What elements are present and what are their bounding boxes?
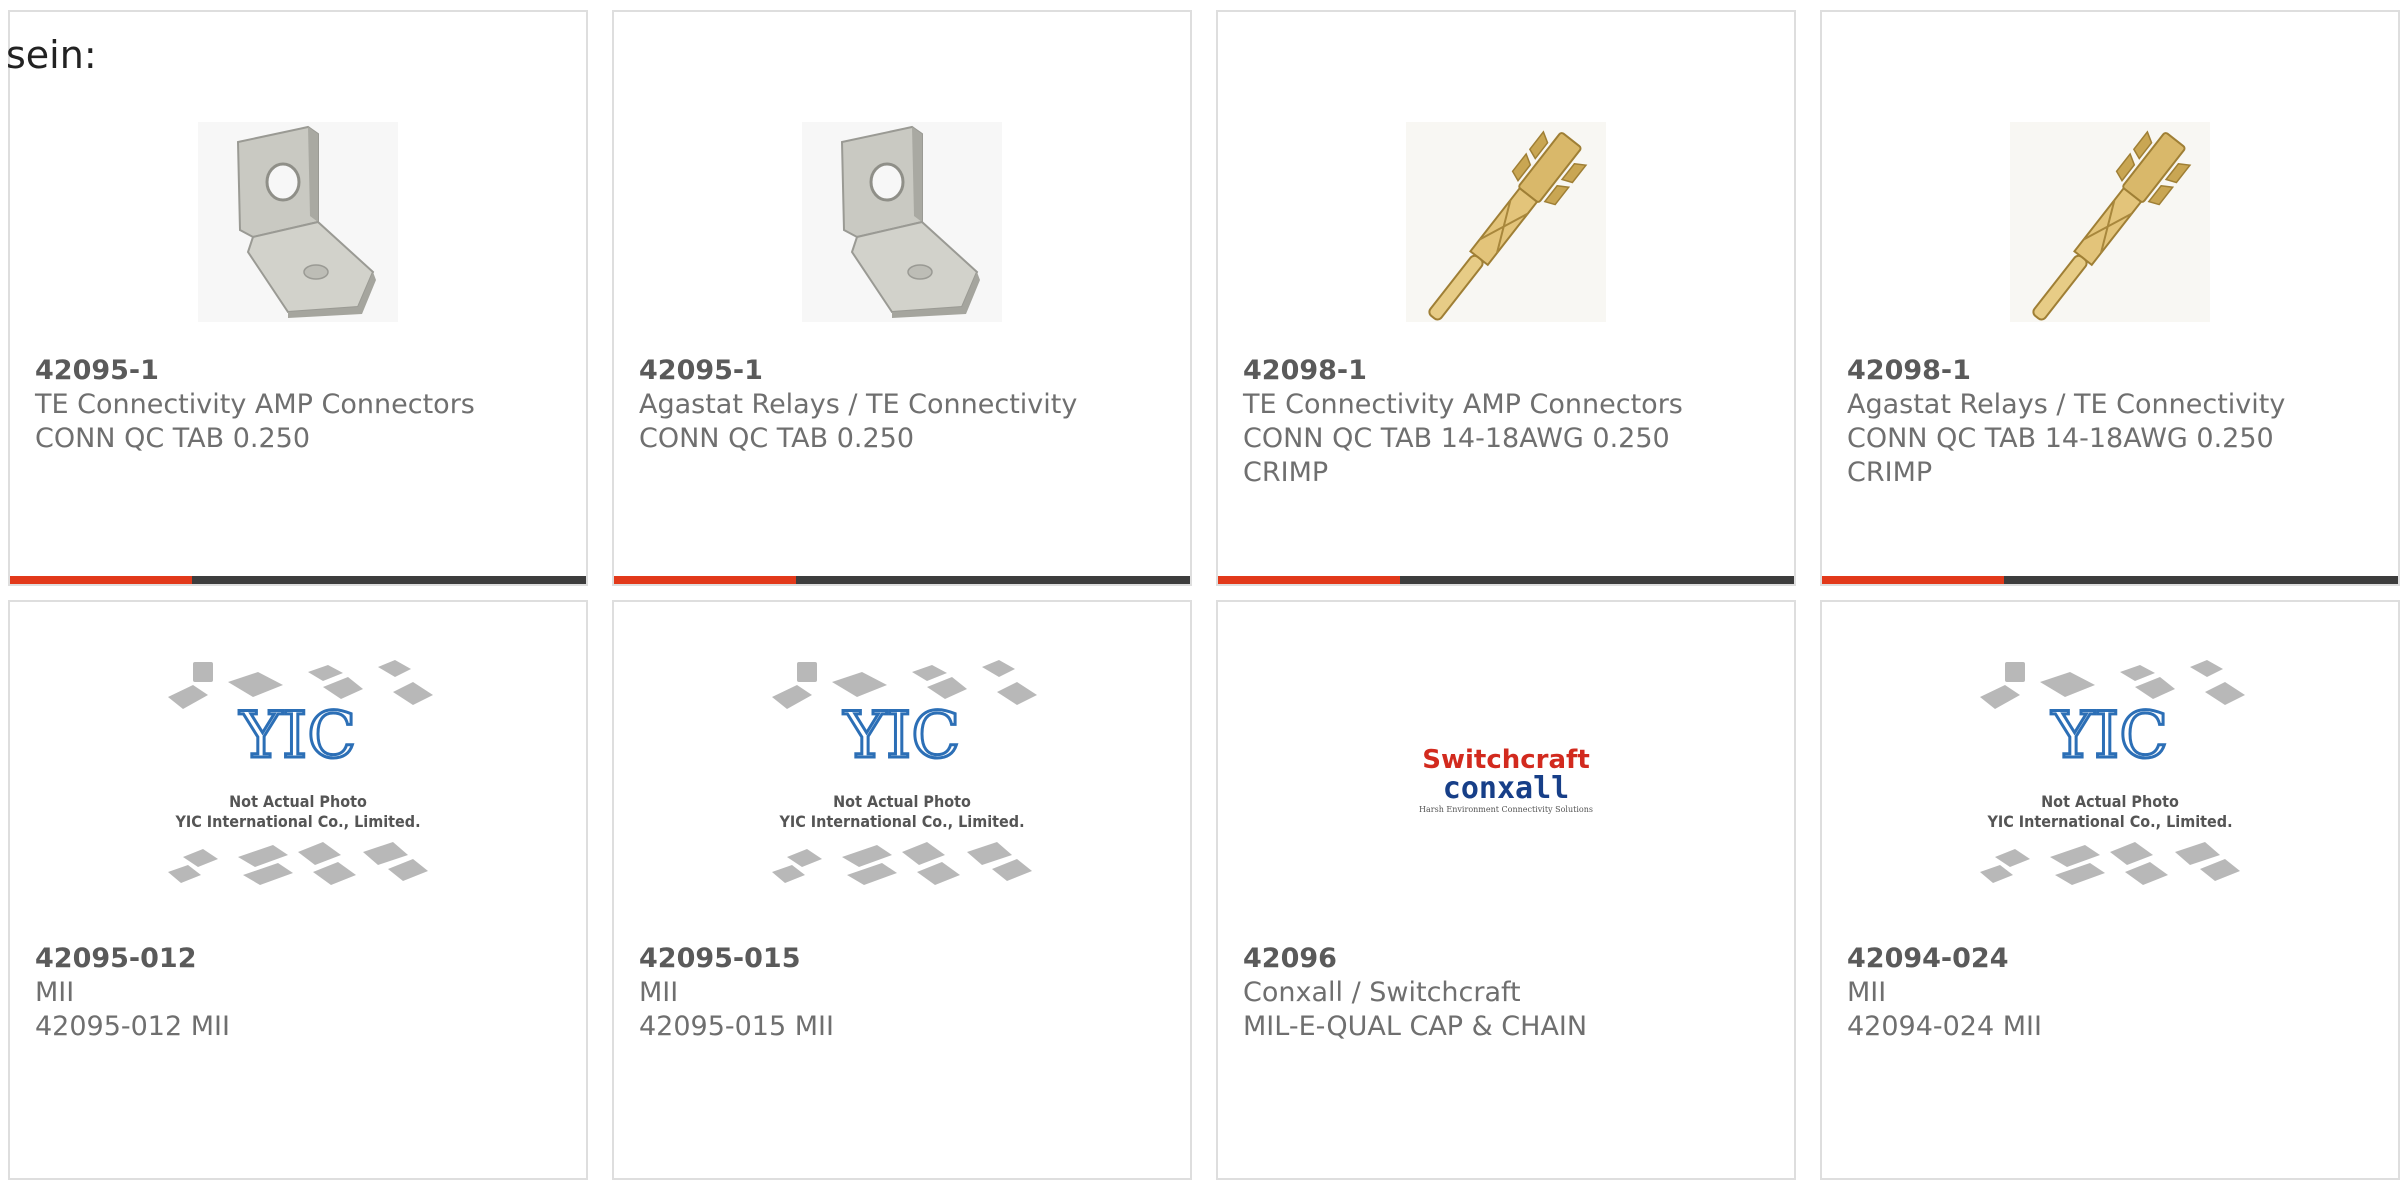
description: CONN QC TAB 0.250 bbox=[35, 423, 311, 454]
description: CONN QC TAB 0.250 bbox=[639, 423, 915, 454]
manufacturer: MII bbox=[35, 977, 75, 1008]
product-card[interactable]: YIC Not Actual Photo YIC International C… bbox=[612, 600, 1192, 1180]
angled-tab-terminal-icon bbox=[802, 122, 1002, 322]
description: CONN QC TAB 14-18AWG 0.250 bbox=[1243, 423, 1670, 454]
product-card[interactable]: 42095-1 Agastat Relays / TE Connectivity… bbox=[612, 10, 1192, 586]
placeholder-caption: Not Actual Photo bbox=[833, 792, 971, 811]
card-accent-bar bbox=[1822, 576, 2004, 584]
card-bottom-bar bbox=[10, 576, 586, 584]
intro-text: sein: bbox=[6, 33, 97, 77]
logo-tagline: Harsh Environment Connectivity Solutions bbox=[1419, 805, 1593, 814]
description: 42094-024 MII bbox=[1847, 1011, 2042, 1042]
product-info: 42095-1 TE Connectivity AMP Connectors C… bbox=[35, 354, 566, 456]
placeholder-company: YIC International Co., Limited. bbox=[778, 812, 1024, 831]
yic-placeholder-icon: YIC Not Actual Photo YIC International C… bbox=[168, 660, 433, 885]
product-card[interactable]: YIC Not Actual Photo YIC International C… bbox=[8, 600, 588, 1180]
product-info: 42098-1 TE Connectivity AMP Connectors C… bbox=[1243, 354, 1774, 490]
crimp-terminal-gold-icon bbox=[1406, 122, 1606, 322]
description: CONN QC TAB 14-18AWG 0.250 bbox=[1847, 423, 2274, 454]
part-number[interactable]: 42098-1 bbox=[1243, 354, 1774, 388]
crimp-terminal-gold-icon bbox=[2010, 122, 2210, 322]
angled-tab-terminal-icon bbox=[198, 122, 398, 322]
product-info: 42095-015 MII 42095-015 MII bbox=[639, 942, 1170, 1044]
card-bottom-bar bbox=[1822, 576, 2398, 584]
product-card[interactable]: 42098-1 TE Connectivity AMP Connectors C… bbox=[1216, 10, 1796, 586]
description: MIL-E-QUAL CAP & CHAIN bbox=[1243, 1011, 1588, 1042]
product-card[interactable]: 42095-1 TE Connectivity AMP Connectors C… bbox=[8, 10, 588, 586]
product-image[interactable] bbox=[1822, 72, 2398, 372]
product-image[interactable] bbox=[614, 72, 1190, 372]
product-image[interactable]: YIC Not Actual Photo YIC International C… bbox=[10, 632, 586, 932]
product-info: 42094-024 MII 42094-024 MII bbox=[1847, 942, 2378, 1044]
description-line2: CRIMP bbox=[1847, 457, 1933, 488]
description: 42095-012 MII bbox=[35, 1011, 230, 1042]
product-info: 42096 Conxall / Switchcraft MIL-E-QUAL C… bbox=[1243, 942, 1774, 1044]
card-bottom-bar bbox=[1218, 576, 1794, 584]
manufacturer: MII bbox=[639, 977, 679, 1008]
card-bottom-bar bbox=[614, 576, 1190, 584]
placeholder-company: YIC International Co., Limited. bbox=[1986, 812, 2232, 831]
product-image[interactable]: Switchcraft conxall Harsh Environment Co… bbox=[1218, 632, 1794, 932]
card-accent-bar bbox=[10, 576, 192, 584]
part-number[interactable]: 42095-012 bbox=[35, 942, 566, 976]
switchcraft-conxall-logo-icon: Switchcraft conxall Harsh Environment Co… bbox=[1419, 745, 1593, 814]
product-image[interactable] bbox=[10, 72, 586, 372]
product-image[interactable]: YIC Not Actual Photo YIC International C… bbox=[1822, 632, 2398, 932]
part-number[interactable]: 42094-024 bbox=[1847, 942, 2378, 976]
part-number[interactable]: 42098-1 bbox=[1847, 354, 2378, 388]
placeholder-company: YIC International Co., Limited. bbox=[174, 812, 420, 831]
manufacturer: TE Connectivity AMP Connectors bbox=[1243, 389, 1683, 420]
product-card[interactable]: Switchcraft conxall Harsh Environment Co… bbox=[1216, 600, 1796, 1180]
product-image[interactable]: YIC Not Actual Photo YIC International C… bbox=[614, 632, 1190, 932]
manufacturer: Agastat Relays / TE Connectivity bbox=[1847, 389, 2286, 420]
part-number[interactable]: 42096 bbox=[1243, 942, 1774, 976]
part-number[interactable]: 42095-1 bbox=[35, 354, 566, 388]
logo-conxall: conxall bbox=[1443, 771, 1569, 806]
manufacturer: Conxall / Switchcraft bbox=[1243, 977, 1521, 1008]
product-image[interactable] bbox=[1218, 72, 1794, 372]
product-card[interactable]: YIC Not Actual Photo YIC International C… bbox=[1820, 600, 2400, 1180]
product-info: 42098-1 Agastat Relays / TE Connectivity… bbox=[1847, 354, 2378, 490]
product-info: 42095-012 MII 42095-012 MII bbox=[35, 942, 566, 1044]
card-accent-bar bbox=[1218, 576, 1400, 584]
part-number[interactable]: 42095-1 bbox=[639, 354, 1170, 388]
manufacturer: MII bbox=[1847, 977, 1887, 1008]
placeholder-caption: Not Actual Photo bbox=[2041, 792, 2179, 811]
placeholder-caption: Not Actual Photo bbox=[229, 792, 367, 811]
description-line2: CRIMP bbox=[1243, 457, 1329, 488]
yic-placeholder-icon: YIC Not Actual Photo YIC International C… bbox=[772, 660, 1037, 885]
yic-placeholder-icon: YIC Not Actual Photo YIC International C… bbox=[1980, 660, 2245, 885]
card-accent-bar bbox=[614, 576, 796, 584]
manufacturer: Agastat Relays / TE Connectivity bbox=[639, 389, 1078, 420]
manufacturer: TE Connectivity AMP Connectors bbox=[35, 389, 475, 420]
svg-text:YIC: YIC bbox=[2051, 699, 2169, 773]
product-info: 42095-1 Agastat Relays / TE Connectivity… bbox=[639, 354, 1170, 456]
product-card[interactable]: 42098-1 Agastat Relays / TE Connectivity… bbox=[1820, 10, 2400, 586]
svg-text:YIC: YIC bbox=[239, 699, 357, 773]
part-number[interactable]: 42095-015 bbox=[639, 942, 1170, 976]
description: 42095-015 MII bbox=[639, 1011, 834, 1042]
svg-text:YIC: YIC bbox=[843, 699, 961, 773]
